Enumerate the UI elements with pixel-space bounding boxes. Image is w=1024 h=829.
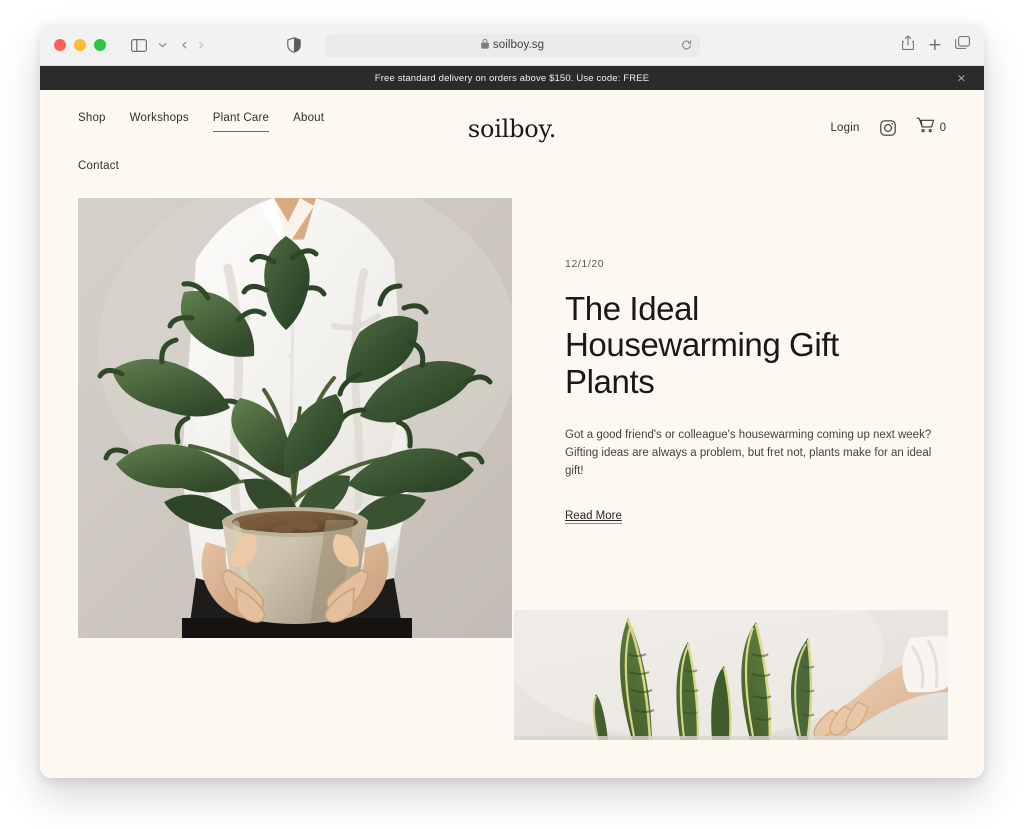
navigation-arrows: ‹ › — [181, 36, 205, 54]
site-header: Shop Workshops Plant Care About Contact … — [40, 90, 984, 172]
instagram-icon[interactable] — [879, 120, 896, 136]
forward-button[interactable]: › — [198, 36, 205, 54]
read-more-link[interactable]: Read More — [565, 510, 622, 525]
address-bar[interactable]: soilboy.sg — [325, 33, 700, 57]
close-icon[interactable]: × — [957, 73, 966, 84]
hero-section: 12/1/20 The Ideal Housewarming Gift Plan… — [40, 170, 984, 740]
url-text: soilboy.sg — [492, 39, 545, 51]
minimize-window-button[interactable] — [74, 39, 86, 51]
article-block: 12/1/20 The Ideal Housewarming Gift Plan… — [565, 258, 955, 525]
browser-window: ‹ › soilboy.sg + Free standard delivery … — [40, 25, 984, 778]
chevron-down-icon[interactable] — [155, 42, 169, 48]
share-icon[interactable] — [901, 34, 915, 56]
shopping-cart-icon — [916, 117, 935, 139]
sidebar-controls — [126, 33, 169, 57]
person-holding-plant-illustration — [78, 198, 512, 638]
announcement-bar: Free standard delivery on orders above $… — [40, 66, 984, 90]
new-tab-button[interactable]: + — [928, 36, 942, 54]
snake-plant-illustration — [514, 610, 948, 740]
browser-toolbar: ‹ › soilboy.sg + — [40, 25, 984, 66]
window-traffic-lights — [54, 39, 106, 51]
announcement-text: Free standard delivery on orders above $… — [374, 72, 650, 84]
cart-count: 0 — [939, 122, 946, 134]
secondary-image[interactable] — [514, 610, 948, 740]
hero-image[interactable] — [78, 198, 512, 638]
tab-overview-icon[interactable] — [955, 35, 970, 55]
cart-button[interactable]: 0 — [916, 117, 946, 139]
lock-icon — [481, 39, 489, 51]
back-button[interactable]: ‹ — [181, 36, 188, 54]
article-title: The Ideal Housewarming Gift Plants — [565, 290, 839, 400]
reload-icon[interactable] — [681, 40, 692, 51]
close-window-button[interactable] — [54, 39, 66, 51]
maximize-window-button[interactable] — [94, 39, 106, 51]
login-link[interactable]: Login — [830, 122, 859, 134]
sidebar-toggle-icon[interactable] — [126, 33, 152, 57]
privacy-shield-icon[interactable] — [286, 37, 301, 53]
page-viewport: Free standard delivery on orders above $… — [40, 66, 984, 778]
article-excerpt: Got a good friend's or colleague's house… — [565, 428, 932, 477]
article-date: 12/1/20 — [565, 258, 605, 270]
toolbar-right-actions: + — [901, 34, 970, 56]
header-actions: Login 0 — [830, 117, 946, 139]
